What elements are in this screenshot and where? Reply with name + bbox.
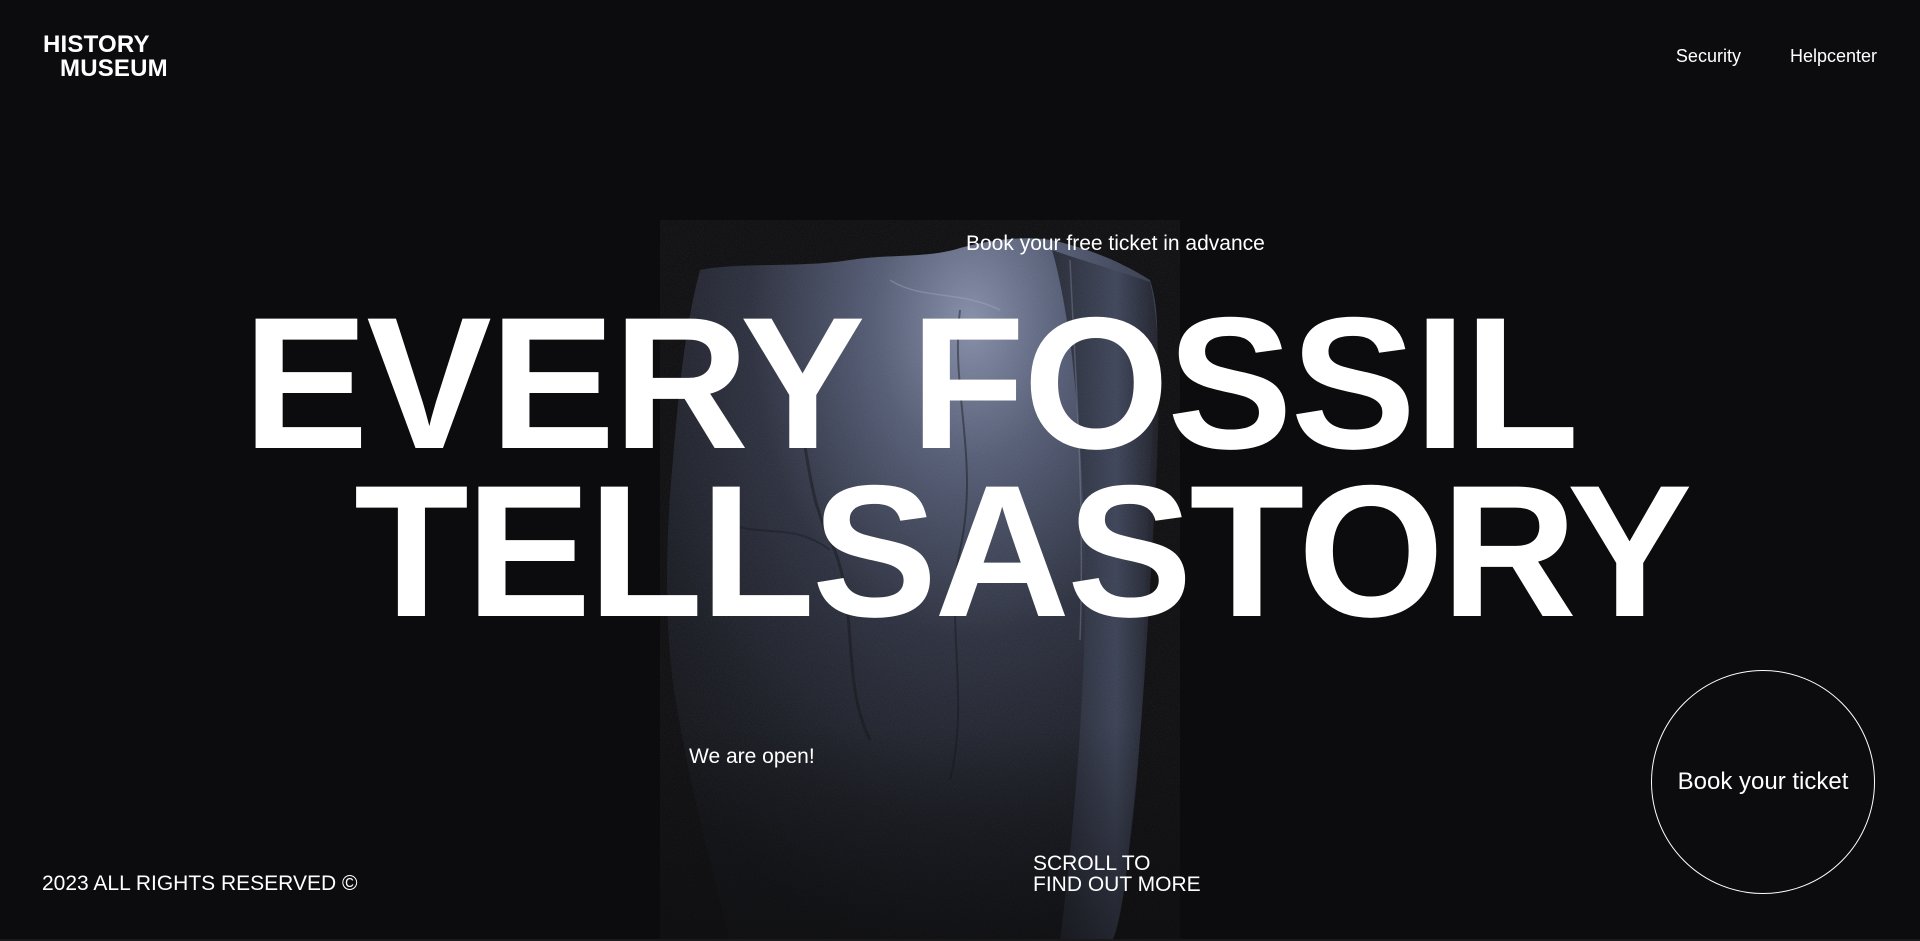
museum-logo[interactable]: HISTORY MUSEUM: [43, 33, 168, 81]
copyright-text: 2023 ALL RIGHTS RESERVED ©: [42, 872, 358, 895]
book-ticket-button[interactable]: Book your ticket: [1651, 670, 1875, 894]
nav-link-helpcenter[interactable]: Helpcenter: [1790, 46, 1877, 67]
open-status-text: We are open!: [689, 745, 815, 768]
nav-link-security[interactable]: Security: [1676, 46, 1741, 67]
scroll-prompt[interactable]: SCROLL TO FIND OUT MORE: [1033, 853, 1201, 895]
top-nav: Security Helpcenter: [1676, 46, 1877, 67]
logo-line-museum: MUSEUM: [60, 55, 168, 82]
headline-line-2: TELLSASTORY: [354, 446, 1692, 656]
scroll-prompt-line-1: SCROLL TO: [1033, 852, 1151, 875]
logo-line-history: HISTORY: [43, 31, 150, 58]
hero-tagline: Book your free ticket in advance: [966, 232, 1265, 255]
page: HISTORY MUSEUM Security Helpcenter Book …: [0, 0, 1920, 941]
scroll-prompt-line-2: FIND OUT MORE: [1033, 873, 1201, 896]
